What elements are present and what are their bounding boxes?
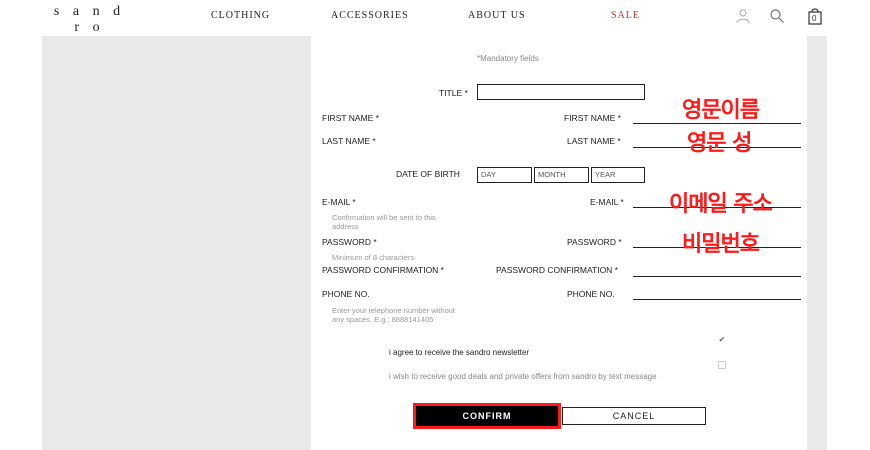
dob-label: DATE OF BIRTH bbox=[396, 169, 460, 179]
first-name-label-left: FIRST NAME * bbox=[322, 113, 379, 123]
left-panel bbox=[42, 36, 311, 450]
dob-year-field[interactable]: YEAR bbox=[591, 167, 645, 183]
newsletter-checkbox[interactable]: ✔ bbox=[718, 336, 726, 344]
mandatory-note: *Mandatory fields bbox=[477, 54, 539, 63]
sms-label: i wish to receive good deals and private… bbox=[389, 372, 657, 381]
email-label: E-MAIL * bbox=[590, 197, 624, 207]
phone-input[interactable] bbox=[633, 299, 801, 300]
bag-icon[interactable]: 0 bbox=[807, 7, 823, 25]
sms-checkbox[interactable] bbox=[718, 361, 726, 369]
cancel-button[interactable]: CANCEL bbox=[562, 407, 706, 425]
nav-accessories[interactable]: ACCESSORIES bbox=[331, 10, 409, 21]
nav-about-us[interactable]: ABOUT US bbox=[468, 10, 526, 21]
nav-clothing[interactable]: CLOTHING bbox=[211, 10, 270, 21]
last-name-label-left: LAST NAME * bbox=[322, 136, 376, 146]
first-name-label: FIRST NAME * bbox=[564, 113, 621, 123]
phone-label-left: PHONE NO. bbox=[322, 289, 370, 299]
password-hint: Minimum of 8 characters bbox=[332, 253, 415, 262]
password-annotation: 비밀번호 bbox=[682, 232, 760, 257]
logo-wordmark: s a n d r o bbox=[53, 4, 126, 35]
dob-day-field[interactable]: DAY bbox=[477, 167, 532, 183]
right-panel bbox=[807, 36, 827, 450]
first-name-annotation: 영문이름 bbox=[682, 98, 760, 123]
last-name-annotation: 영문 성 bbox=[687, 131, 752, 156]
nav-sale[interactable]: SALE bbox=[611, 10, 640, 21]
cart-count: 0 bbox=[812, 14, 817, 23]
password-label: PASSWORD * bbox=[567, 237, 622, 247]
password-confirm-input[interactable] bbox=[633, 276, 801, 277]
password-confirm-label: PASSWORD CONFIRMATION * bbox=[496, 265, 618, 275]
phone-hint: Enter your telephone number without any … bbox=[332, 306, 455, 324]
last-name-label: LAST NAME * bbox=[567, 136, 621, 146]
phone-label: PHONE NO. bbox=[567, 289, 615, 299]
site-header: s a n d r o PARIS CLOTHING ACCESSORIES A… bbox=[0, 0, 870, 43]
email-label-left: E-MAIL * bbox=[322, 197, 356, 207]
email-annotation: 이메일 주소 bbox=[669, 192, 773, 217]
password-label-left: PASSWORD * bbox=[322, 237, 377, 247]
confirm-button[interactable]: CONFIRM bbox=[413, 403, 561, 429]
search-icon[interactable] bbox=[769, 8, 785, 24]
newsletter-label: i agree to receive the sandro newsletter bbox=[389, 348, 530, 357]
dob-month-field[interactable]: MONTH bbox=[534, 167, 589, 183]
password-confirm-label-left: PASSWORD CONFIRMATION * bbox=[322, 265, 444, 275]
title-label: TITLE * bbox=[439, 88, 468, 98]
email-hint: Confirmation will be sent to this addres… bbox=[332, 213, 436, 231]
user-icon[interactable] bbox=[735, 8, 751, 24]
title-select[interactable] bbox=[477, 84, 645, 100]
